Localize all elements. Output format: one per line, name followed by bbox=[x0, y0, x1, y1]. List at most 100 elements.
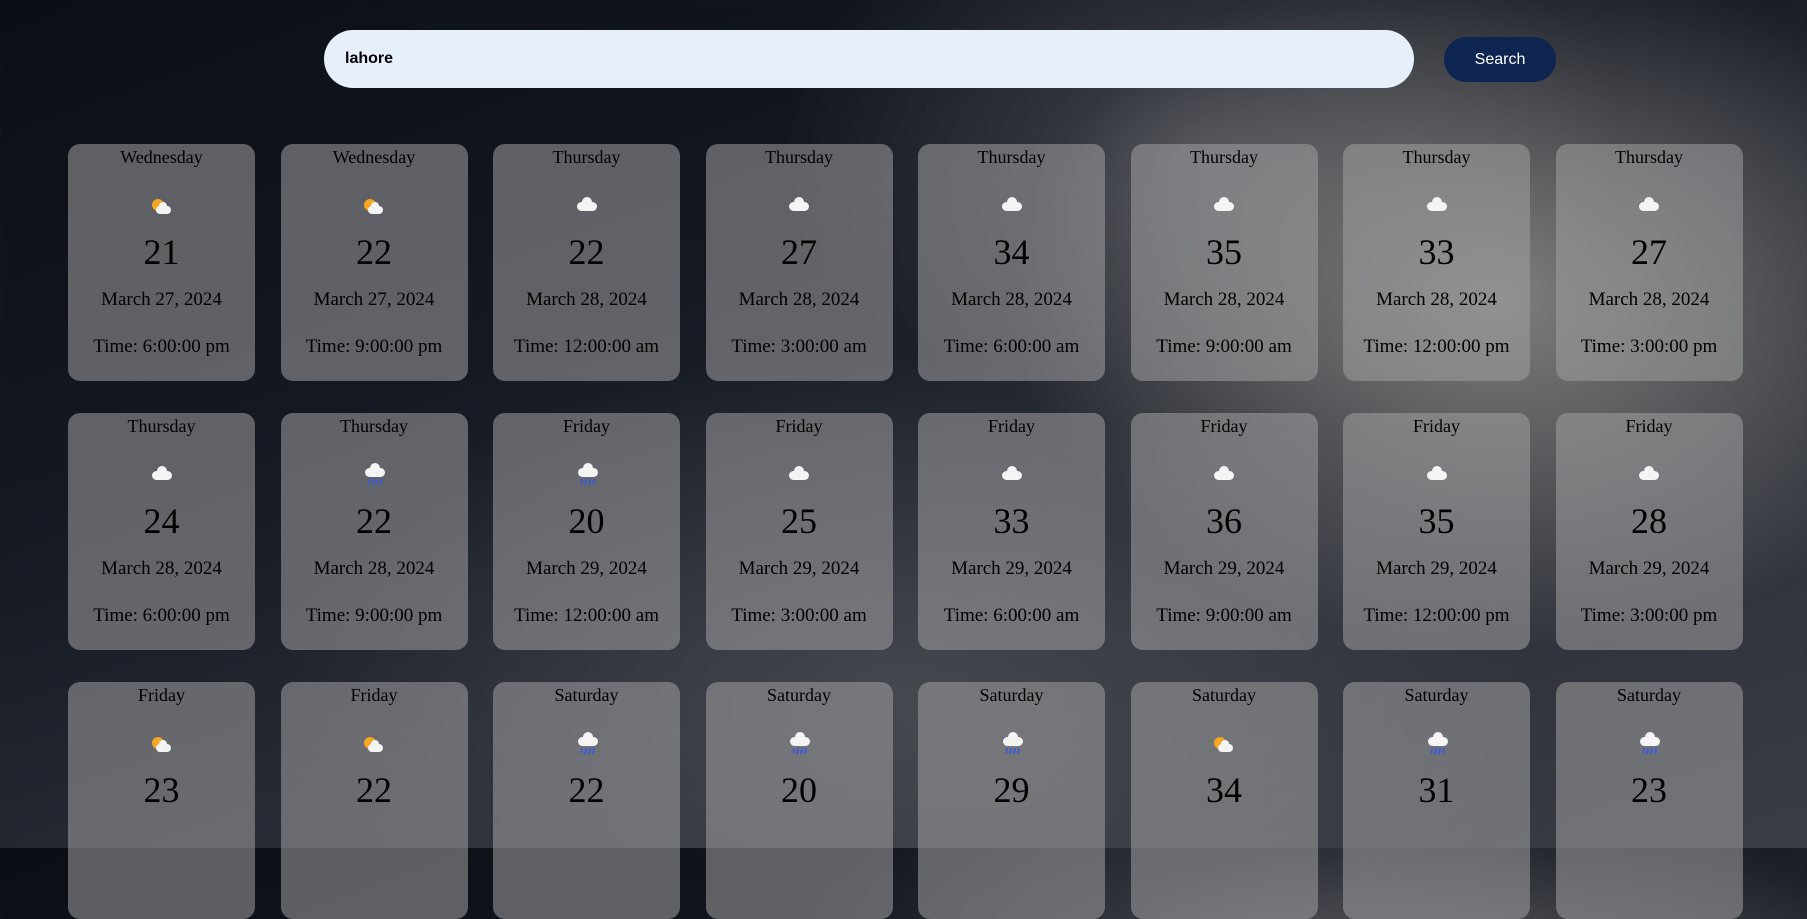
forecast-temp: 22 bbox=[356, 232, 392, 272]
forecast-date: March 27, 2024 bbox=[313, 289, 435, 310]
search-button[interactable]: Search bbox=[1444, 37, 1556, 82]
forecast-day: Friday bbox=[563, 416, 610, 436]
forecast-day: Thursday bbox=[552, 147, 621, 167]
search-input[interactable] bbox=[343, 49, 1395, 69]
forecast-temp: 34 bbox=[1206, 770, 1242, 810]
cloud-icon bbox=[1637, 195, 1661, 219]
forecast-temp: 33 bbox=[993, 501, 1030, 541]
forecast-date: March 29, 2024 bbox=[526, 558, 647, 579]
forecast-temp: 33 bbox=[1418, 232, 1455, 272]
forecast-card: Friday 25 March 29, 2024 Time: 3:00:00 a… bbox=[705, 413, 893, 650]
forecast-date: March 27, 2024 bbox=[101, 289, 222, 310]
forecast-time: Time: 6:00:00 am bbox=[943, 605, 1080, 626]
forecast-card: Friday 33 March 29, 2024 Time: 6:00:00 a… bbox=[918, 413, 1105, 650]
rain-icon bbox=[1425, 732, 1449, 757]
forecast-day: Friday bbox=[138, 685, 185, 705]
forecast-date: March 28, 2024 bbox=[738, 289, 860, 310]
forecast-time: Time: 3:00:00 am bbox=[731, 605, 867, 626]
forecast-card: Saturday 20 bbox=[705, 682, 893, 919]
forecast-grid: Wednesday 21 March 27, 2024 Time: 6:00:0… bbox=[68, 144, 1743, 919]
forecast-time: Time: 6:00:00 pm bbox=[93, 336, 230, 357]
forecast-day: Saturday bbox=[1404, 685, 1469, 705]
rain-icon bbox=[787, 732, 811, 757]
forecast-card: Friday 35 March 29, 2024 Time: 12:00:00 … bbox=[1343, 413, 1530, 650]
forecast-day: Thursday bbox=[1190, 147, 1258, 167]
forecast-time: Time: 9:00:00 am bbox=[1156, 605, 1292, 626]
forecast-temp: 34 bbox=[993, 232, 1030, 272]
forecast-day: Wednesday bbox=[120, 147, 203, 167]
forecast-card: Wednesday 21 March 27, 2024 Time: 6:00:0… bbox=[68, 144, 255, 381]
forecast-temp: 21 bbox=[143, 232, 180, 272]
cloud-icon bbox=[1000, 195, 1024, 219]
forecast-card: Friday 20 March 29, 2024 Time: 12:00:00 … bbox=[493, 413, 680, 650]
forecast-card: Thursday 34 March 28, 2024 Time: 6:00:00… bbox=[918, 144, 1105, 381]
forecast-card: Saturday 22 bbox=[493, 682, 680, 919]
rain-icon bbox=[362, 463, 386, 488]
forecast-card: Saturday 29 bbox=[918, 682, 1105, 919]
forecast-date: March 28, 2024 bbox=[1588, 289, 1710, 310]
cloud-icon bbox=[575, 195, 599, 219]
forecast-date: March 29, 2024 bbox=[738, 558, 860, 579]
forecast-time: Time: 6:00:00 pm bbox=[93, 605, 230, 626]
forecast-day: Friday bbox=[350, 685, 398, 705]
forecast-time: Time: 9:00:00 pm bbox=[305, 336, 443, 357]
forecast-card: Friday 36 March 29, 2024 Time: 9:00:00 a… bbox=[1130, 413, 1318, 650]
rain-icon bbox=[575, 732, 599, 757]
forecast-temp: 35 bbox=[1206, 232, 1242, 272]
forecast-day: Saturday bbox=[767, 685, 831, 705]
forecast-card: Thursday 35 March 28, 2024 Time: 9:00:00… bbox=[1130, 144, 1318, 381]
forecast-date: March 28, 2024 bbox=[1163, 289, 1285, 310]
cloud-icon bbox=[1425, 195, 1449, 219]
forecast-card: Saturday 31 bbox=[1343, 682, 1530, 919]
forecast-time: Time: 12:00:00 pm bbox=[1363, 336, 1510, 357]
forecast-temp: 27 bbox=[1631, 232, 1667, 272]
forecast-temp: 20 bbox=[568, 501, 605, 541]
forecast-temp: 22 bbox=[356, 501, 392, 541]
forecast-temp: 22 bbox=[568, 232, 605, 272]
forecast-time: Time: 12:00:00 am bbox=[514, 336, 659, 357]
forecast-card: Thursday 22 March 28, 2024 Time: 12:00:0… bbox=[493, 144, 680, 381]
forecast-time: Time: 9:00:00 am bbox=[1156, 336, 1292, 357]
forecast-temp: 25 bbox=[781, 501, 817, 541]
forecast-card: Thursday 22 March 28, 2024 Time: 9:00:00… bbox=[280, 413, 468, 650]
forecast-date: March 28, 2024 bbox=[951, 289, 1072, 310]
cloud-icon bbox=[150, 464, 174, 488]
partly-cloudy-icon bbox=[150, 195, 174, 219]
forecast-temp: 36 bbox=[1206, 501, 1242, 541]
forecast-date: March 29, 2024 bbox=[1376, 558, 1497, 579]
forecast-card: Thursday 33 March 28, 2024 Time: 12:00:0… bbox=[1343, 144, 1530, 381]
cloud-icon bbox=[787, 464, 811, 488]
forecast-card: Friday 22 bbox=[280, 682, 468, 919]
cloud-icon bbox=[1425, 464, 1449, 488]
forecast-day: Thursday bbox=[127, 416, 196, 436]
search-bar[interactable] bbox=[324, 30, 1414, 88]
forecast-day: Friday bbox=[775, 416, 823, 436]
rain-icon bbox=[575, 463, 599, 488]
forecast-date: March 28, 2024 bbox=[101, 558, 222, 579]
forecast-date: March 29, 2024 bbox=[1163, 558, 1285, 579]
forecast-day: Friday bbox=[1413, 416, 1460, 436]
forecast-day: Saturday bbox=[554, 685, 619, 705]
partly-cloudy-icon bbox=[362, 733, 386, 757]
forecast-day: Wednesday bbox=[332, 147, 416, 167]
forecast-temp: 35 bbox=[1418, 501, 1455, 541]
forecast-day: Saturday bbox=[1192, 685, 1256, 705]
cloud-icon bbox=[1000, 464, 1024, 488]
forecast-date: March 28, 2024 bbox=[313, 558, 435, 579]
forecast-day: Friday bbox=[1625, 416, 1673, 436]
forecast-time: Time: 9:00:00 pm bbox=[305, 605, 443, 626]
cloud-icon bbox=[787, 195, 811, 219]
partly-cloudy-icon bbox=[150, 733, 174, 757]
partly-cloudy-icon bbox=[362, 195, 386, 219]
forecast-day: Saturday bbox=[1617, 685, 1681, 705]
forecast-card: Saturday 34 bbox=[1130, 682, 1318, 919]
forecast-date: March 28, 2024 bbox=[526, 289, 647, 310]
forecast-day: Thursday bbox=[977, 147, 1046, 167]
forecast-card: Friday 28 March 29, 2024 Time: 3:00:00 p… bbox=[1555, 413, 1743, 650]
forecast-card: Wednesday 22 March 27, 2024 Time: 9:00:0… bbox=[280, 144, 468, 381]
forecast-card: Thursday 24 March 28, 2024 Time: 6:00:00… bbox=[68, 413, 255, 650]
forecast-temp: 24 bbox=[143, 501, 180, 541]
forecast-day: Friday bbox=[988, 416, 1035, 436]
forecast-day: Friday bbox=[1200, 416, 1248, 436]
forecast-time: Time: 6:00:00 am bbox=[943, 336, 1080, 357]
